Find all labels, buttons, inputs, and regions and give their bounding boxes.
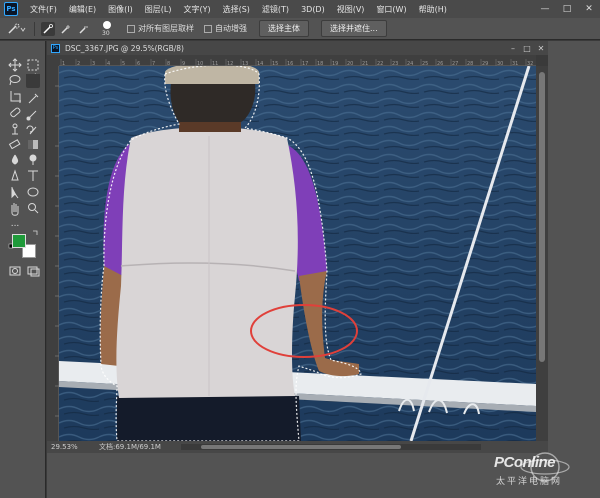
right-panel-area bbox=[548, 41, 600, 498]
document-window: Ps DSC_3367.JPG @ 29.5%(RGB/8) – □ ✕ 123… bbox=[47, 41, 548, 453]
hand-tool[interactable] bbox=[8, 202, 22, 216]
brush-new-icon bbox=[43, 23, 53, 34]
select-subject-button[interactable]: 选择主体 bbox=[259, 20, 309, 37]
auto-enhance-option[interactable]: 自动增强 bbox=[204, 23, 247, 34]
quick-selection-tool[interactable] bbox=[26, 74, 40, 88]
brush-tip-icon bbox=[103, 20, 111, 29]
watermark-sub: 太平洋电脑网 bbox=[496, 477, 563, 487]
history-brush-tool[interactable] bbox=[26, 123, 40, 137]
minimize-button[interactable]: — bbox=[534, 4, 556, 14]
pen-tool[interactable] bbox=[8, 170, 22, 184]
new-selection-mode[interactable] bbox=[41, 21, 55, 36]
menu-edit[interactable]: 编辑(E) bbox=[63, 4, 102, 15]
clone-stamp-tool[interactable] bbox=[8, 123, 22, 137]
move-tool[interactable] bbox=[8, 58, 22, 72]
separator bbox=[34, 21, 35, 36]
vertical-scroll-thumb[interactable] bbox=[539, 72, 545, 362]
document-size-info[interactable]: 文档:69.1M/69.1M bbox=[87, 442, 161, 452]
quick-selection-icon bbox=[8, 23, 26, 34]
brush-subtract-icon bbox=[79, 26, 88, 34]
edit-toolbar-button[interactable]: ... bbox=[8, 217, 22, 231]
vertical-ruler[interactable] bbox=[47, 66, 59, 441]
gradient-tool[interactable] bbox=[26, 139, 40, 153]
crop-tool[interactable] bbox=[8, 90, 22, 104]
watermark-brand: PConline bbox=[494, 454, 556, 471]
quick-mask-icon bbox=[9, 266, 21, 276]
sample-all-layers-option[interactable]: 对所有图层取样 bbox=[127, 23, 194, 34]
zoom-level[interactable]: 29.53% bbox=[47, 443, 87, 451]
eraser-tool[interactable] bbox=[8, 139, 22, 153]
marquee-tool[interactable] bbox=[26, 58, 40, 72]
shape-tool[interactable] bbox=[26, 186, 40, 200]
ruler-origin[interactable] bbox=[47, 55, 59, 66]
menu-help[interactable]: 帮助(H) bbox=[413, 4, 453, 15]
menu-3d[interactable]: 3D(D) bbox=[295, 5, 331, 14]
type-tool[interactable] bbox=[26, 170, 40, 184]
maximize-button[interactable]: □ bbox=[556, 4, 578, 14]
brush-size-value: 30 bbox=[102, 29, 110, 37]
screen-mode-icon bbox=[27, 266, 40, 277]
swap-colors-icon bbox=[33, 230, 38, 235]
auto-enhance-checkbox[interactable] bbox=[204, 24, 212, 33]
lasso-tool[interactable] bbox=[8, 74, 22, 88]
select-and-mask-button[interactable]: 选择并遮住... bbox=[321, 20, 387, 37]
horizontal-scrollbar[interactable] bbox=[180, 444, 481, 450]
healing-brush-tool[interactable] bbox=[8, 106, 22, 120]
menu-select[interactable]: 选择(S) bbox=[217, 4, 256, 15]
status-bar: 29.53% 文档:69.1M/69.1M bbox=[47, 441, 548, 453]
options-bar: 30 对所有图层取样 自动增强 选择主体 选择并遮住... bbox=[0, 18, 600, 40]
photoshop-logo: Ps bbox=[4, 2, 18, 16]
menu-image[interactable]: 图像(I) bbox=[102, 4, 139, 15]
brush-picker[interactable]: 30 bbox=[97, 20, 117, 38]
vertical-ruler-ticks bbox=[55, 85, 59, 417]
dodge-tool[interactable] bbox=[26, 155, 40, 169]
photo-fisherman bbox=[59, 66, 536, 441]
foreground-color-swatch[interactable] bbox=[12, 234, 26, 248]
brush-tool[interactable] bbox=[26, 106, 40, 120]
menu-type[interactable]: 文字(Y) bbox=[177, 4, 216, 15]
doc-maximize-button[interactable]: □ bbox=[520, 44, 534, 53]
add-to-selection-mode[interactable] bbox=[59, 22, 73, 36]
document-ps-icon: Ps bbox=[51, 43, 60, 53]
blur-tool[interactable] bbox=[8, 155, 22, 169]
doc-close-button[interactable]: ✕ bbox=[534, 44, 548, 53]
document-tab[interactable]: Ps DSC_3367.JPG @ 29.5%(RGB/8) – □ ✕ bbox=[47, 41, 548, 55]
tool-preset-picker[interactable] bbox=[4, 21, 30, 37]
menu-bar: Ps 文件(F) 编辑(E) 图像(I) 图层(L) 文字(Y) 选择(S) 滤… bbox=[0, 0, 600, 18]
doc-minimize-button[interactable]: – bbox=[506, 44, 520, 53]
subtract-from-selection-mode[interactable] bbox=[77, 22, 91, 36]
sample-all-layers-label: 对所有图层取样 bbox=[138, 24, 194, 33]
workspace-bottom bbox=[47, 453, 548, 498]
brush-add-icon bbox=[61, 24, 70, 34]
menu-filter[interactable]: 滤镜(T) bbox=[256, 4, 295, 15]
eyedropper-tool[interactable] bbox=[26, 90, 40, 104]
sample-all-layers-checkbox[interactable] bbox=[127, 24, 135, 33]
tools-panel: ... bbox=[0, 41, 46, 498]
auto-enhance-label: 自动增强 bbox=[215, 24, 247, 33]
menu-window[interactable]: 窗口(W) bbox=[370, 4, 412, 15]
menu-layer[interactable]: 图层(L) bbox=[139, 4, 178, 15]
menu-view[interactable]: 视图(V) bbox=[331, 4, 371, 15]
menu-file[interactable]: 文件(F) bbox=[24, 4, 63, 15]
document-title: DSC_3367.JPG @ 29.5%(RGB/8) bbox=[65, 43, 184, 53]
vertical-scrollbar[interactable] bbox=[536, 66, 548, 441]
image-canvas[interactable] bbox=[59, 66, 536, 441]
zoom-tool[interactable] bbox=[26, 202, 40, 216]
horizontal-scroll-thumb[interactable] bbox=[200, 445, 401, 449]
horizontal-ruler[interactable]: 1 2 3 4 5 6 7 8 9 10 11 12 13 14 15 16 17 18 19 20 21 22 23 24 2… bbox=[59, 55, 536, 70]
document-window-controls: – □ ✕ bbox=[506, 44, 548, 53]
path-selection-tool[interactable] bbox=[8, 186, 22, 200]
close-button[interactable]: ✕ bbox=[578, 4, 600, 14]
window-controls: — □ ✕ bbox=[534, 4, 600, 14]
pconline-watermark: PConline 太平洋电脑网 bbox=[490, 450, 600, 498]
